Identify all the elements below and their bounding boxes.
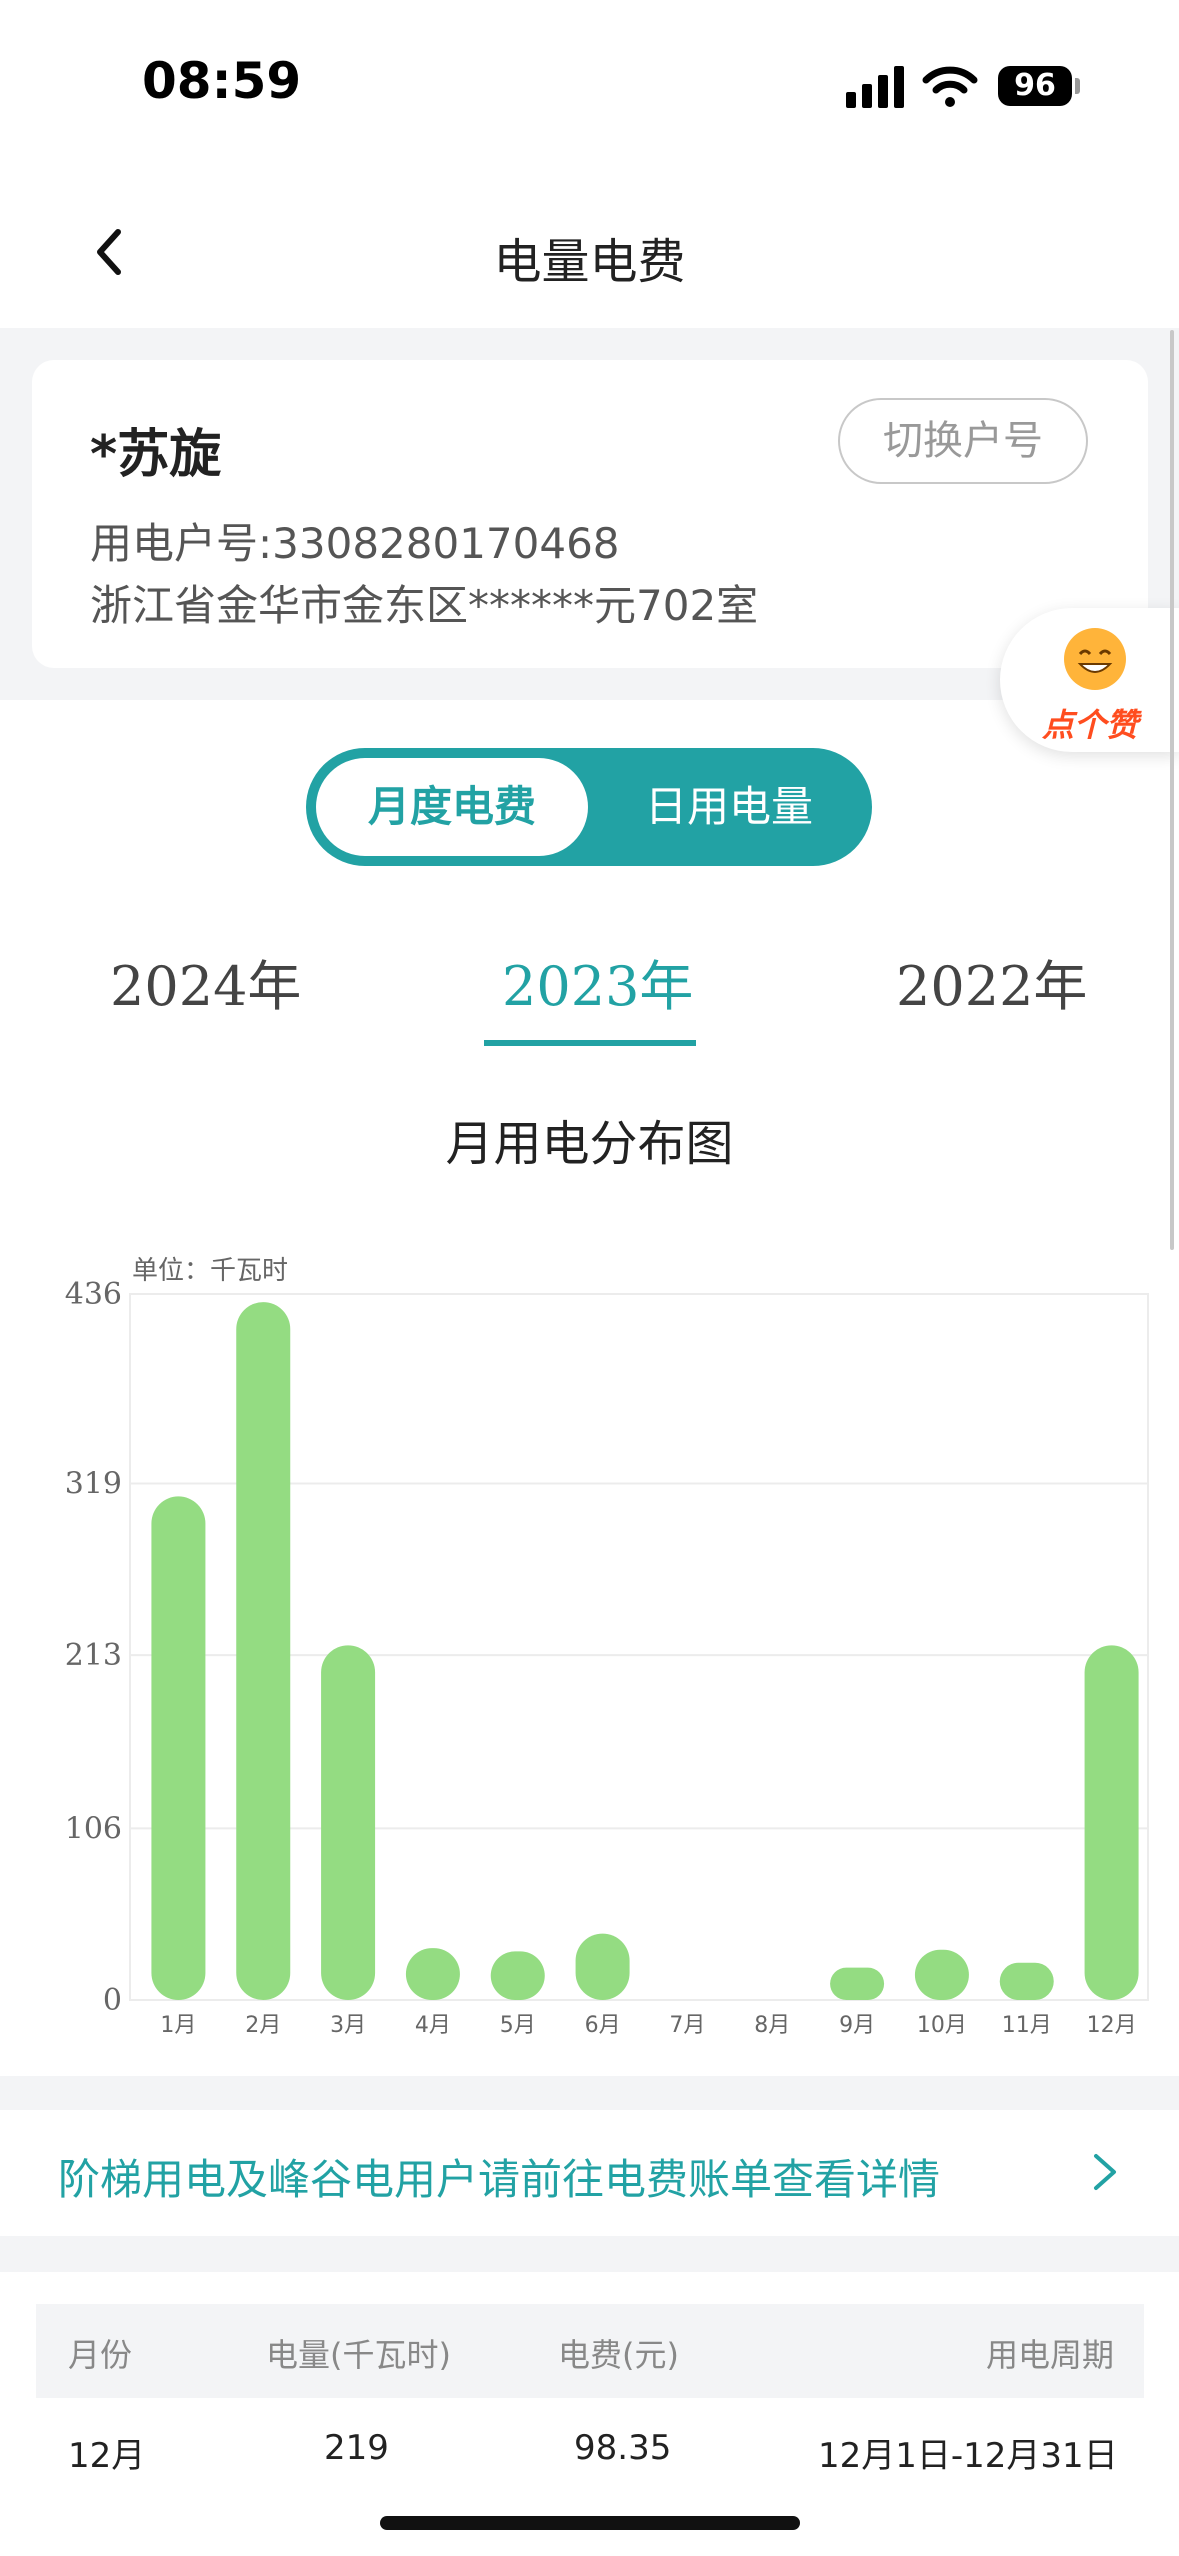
home-indicator[interactable] — [380, 2516, 800, 2530]
x-tick-label: 10月 — [917, 2013, 967, 2038]
x-tick-label: 5月 — [500, 2013, 536, 2038]
y-tick-label: 319 — [65, 1466, 122, 1501]
chart-title: 月用电分布图 — [445, 1116, 734, 1172]
battery-cap — [1075, 78, 1080, 94]
wifi-icon — [922, 66, 978, 107]
x-tick-label: 8月 — [754, 2013, 790, 2038]
tab-year-2022[interactable]: 2022年 — [896, 942, 1087, 1021]
scrollbar[interactable] — [1170, 330, 1174, 1250]
table-cell-month: 12月 — [68, 2436, 146, 2476]
chart-bar — [830, 1967, 885, 2000]
like-label: 点个赞 — [1042, 706, 1139, 744]
x-tick-label: 9月 — [839, 2013, 875, 2038]
table-cell-usage: 219 — [324, 2428, 389, 2468]
chart-bar — [490, 1951, 545, 2000]
y-tick-label: 213 — [65, 1638, 122, 1673]
account-number: 用电户号:3308280170468 — [90, 519, 620, 568]
chart-bar — [151, 1496, 206, 2000]
chart-bar — [575, 1933, 630, 2000]
bill-detail-text: 阶梯用电及峰谷电用户请前往电费账单查看详情 — [58, 2155, 941, 2204]
chart-bar — [405, 1948, 460, 2000]
y-tick-label: 0 — [103, 1983, 122, 2018]
table-header-fee: 电费(元) — [558, 2336, 679, 2374]
chart-bar — [321, 1645, 376, 2000]
chevron-right-icon — [1094, 2154, 1116, 2190]
table-header-period: 用电周期 — [986, 2336, 1115, 2374]
table-cell-fee: 98.35 — [574, 2428, 672, 2468]
x-tick-label: 11月 — [1002, 2013, 1052, 2038]
monthly-usage-chart: 0 106 213 319 436 1月 2月 3月 4月 5月 6月 7月 8月 9月 10月 11月 12月 — [65, 1277, 1149, 2038]
chart-bar — [236, 1302, 291, 2000]
x-tick-label: 12月 — [1087, 2013, 1137, 2038]
toggle-monthly-fee[interactable]: 月度电费 — [316, 758, 588, 856]
battery-indicator: 96 — [998, 66, 1072, 106]
x-tick-label: 2月 — [245, 2013, 281, 2038]
y-tick-label: 106 — [65, 1811, 122, 1846]
switch-account-button[interactable]: 切换户号 — [838, 398, 1088, 484]
x-tick-label: 7月 — [669, 2013, 705, 2038]
table-cell-period: 12月1日-12月31日 — [818, 2436, 1118, 2476]
account-name: *苏旋 — [90, 425, 222, 485]
toggle-daily-usage[interactable]: 日用电量 — [588, 758, 870, 856]
table-header-usage: 电量(千瓦时) — [266, 2336, 451, 2374]
page-title: 电量电费 — [493, 234, 686, 290]
smile-emoji-icon — [1064, 628, 1126, 690]
tab-year-2023[interactable]: 2023年 — [502, 942, 693, 1021]
chart-bar — [999, 1962, 1054, 2000]
table-header-month: 月份 — [68, 2336, 133, 2374]
status-time: 08:59 — [142, 52, 302, 110]
signal-icon — [846, 66, 904, 108]
chart-bar — [1084, 1645, 1139, 2000]
x-tick-label: 1月 — [160, 2013, 196, 2038]
section-divider-2 — [0, 2236, 1179, 2272]
chart-bar — [914, 1949, 969, 2000]
account-address: 浙江省金华市金东区******元702室 — [90, 581, 759, 630]
x-tick-label: 4月 — [415, 2013, 451, 2038]
section-divider — [0, 2076, 1179, 2110]
active-tab-indicator — [484, 1040, 696, 1046]
y-tick-label: 436 — [65, 1277, 122, 1312]
x-tick-label: 6月 — [585, 2013, 621, 2038]
x-tick-label: 3月 — [330, 2013, 366, 2038]
tab-year-2024[interactable]: 2024年 — [110, 942, 301, 1021]
